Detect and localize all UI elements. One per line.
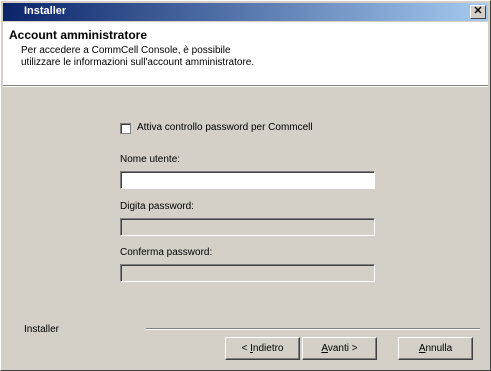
confirm-password-field bbox=[120, 264, 375, 282]
cancel-button-label: nnulla bbox=[425, 343, 453, 354]
next-button-label: vanti > bbox=[327, 343, 358, 354]
page-description: Per accedere a CommCell Console, è possi… bbox=[21, 45, 254, 69]
username-field[interactable] bbox=[120, 171, 375, 189]
page-title: Account amministratore bbox=[9, 28, 148, 42]
password-label: Digita password: bbox=[120, 201, 194, 212]
footer-divider bbox=[146, 328, 480, 330]
cancel-button[interactable]: Annulla bbox=[398, 337, 473, 360]
window-title: Installer bbox=[24, 5, 67, 17]
back-button-prefix: < bbox=[241, 343, 251, 354]
title-bar: Installer ✕ bbox=[3, 3, 488, 21]
header-divider bbox=[3, 86, 488, 87]
back-button[interactable]: < Indietro bbox=[225, 337, 300, 360]
description-line-2: utilizzare le informazioni sull'account … bbox=[21, 57, 255, 68]
password-field bbox=[120, 218, 375, 236]
enable-password-check-label[interactable]: Attiva controllo password per Commcell bbox=[137, 122, 313, 133]
next-button[interactable]: Avanti > bbox=[302, 337, 377, 360]
username-label: Nome utente: bbox=[120, 154, 181, 165]
footer-group-label: Installer bbox=[24, 324, 60, 335]
wizard-header: Account amministratore Per accedere a Co… bbox=[3, 22, 488, 86]
back-button-label: ndietro bbox=[252, 343, 284, 354]
installer-window: Installer ✕ Account amministratore Per a… bbox=[0, 0, 491, 371]
close-icon: ✕ bbox=[473, 5, 483, 17]
confirm-password-label: Conferma password: bbox=[120, 247, 213, 258]
description-line-1: Per accedere a CommCell Console, è possi… bbox=[21, 45, 231, 56]
enable-password-check-checkbox[interactable] bbox=[120, 123, 131, 134]
close-button[interactable]: ✕ bbox=[470, 5, 486, 19]
